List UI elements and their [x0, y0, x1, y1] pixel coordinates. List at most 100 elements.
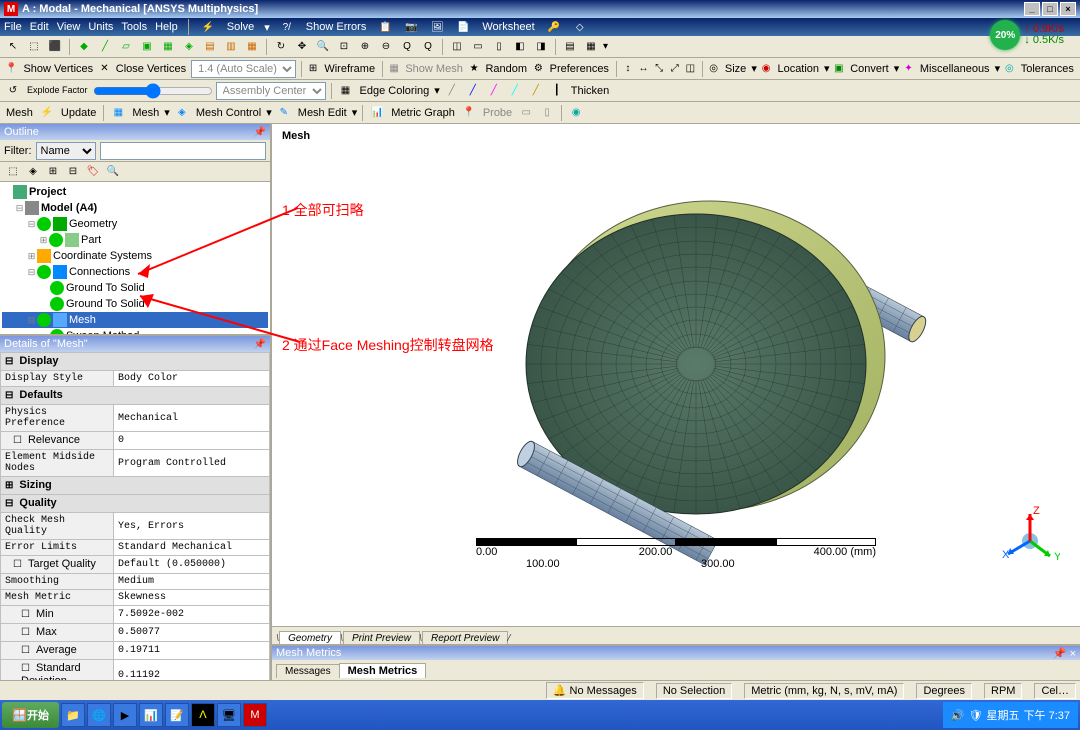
zoomfit-icon[interactable]: ⊡ — [335, 38, 353, 56]
solve-label[interactable]: Solve — [225, 21, 257, 33]
filter-dropdown[interactable]: Name — [36, 142, 96, 160]
edgecoloring-icon[interactable]: ▦ — [337, 82, 355, 100]
probe-label[interactable]: Probe — [481, 107, 514, 119]
menu-edit[interactable]: Edit — [30, 21, 49, 33]
meshbtn-label[interactable]: Mesh — [130, 107, 161, 119]
tool-icon[interactable]: ▤ — [201, 38, 219, 56]
details-smoothing[interactable]: Medium — [113, 574, 269, 590]
tool-icon-5[interactable]: ◇ — [571, 18, 589, 36]
details-pin-icon[interactable]: 📌 — [254, 339, 266, 350]
meshmetrics-close-icon[interactable]: 📌 × — [1053, 647, 1076, 660]
tool-icon-4[interactable]: 🔑 — [545, 18, 563, 36]
details-midside[interactable]: Program Controlled — [113, 450, 269, 477]
menu-file[interactable]: File — [4, 21, 22, 33]
iso-icon[interactable]: ◫ — [448, 38, 466, 56]
worksheet-label[interactable]: Worksheet — [480, 21, 536, 33]
details-physicspref[interactable]: Mechanical — [113, 405, 269, 432]
taskbar-app[interactable]: 📁 — [61, 703, 85, 727]
tool-icon[interactable]: ⬛ — [46, 38, 64, 56]
details-checkquality[interactable]: Yes, Errors — [113, 513, 269, 540]
thicken-label[interactable]: Thicken — [569, 85, 612, 97]
rotate-icon[interactable]: ↻ — [272, 38, 290, 56]
pan-icon[interactable]: ✥ — [293, 38, 311, 56]
tolerances-label[interactable]: Tolerances — [1019, 63, 1076, 75]
tree-icon[interactable]: 🔍 — [104, 163, 122, 181]
tool-icon[interactable]: ↕ — [622, 60, 635, 78]
system-tray[interactable]: 🔊🛡 星期五 下午 7:37 — [943, 702, 1078, 728]
edge-icon[interactable]: ╱ — [527, 82, 545, 100]
tree-connections[interactable]: Connections — [69, 266, 130, 278]
tool-icon[interactable]: ◈ — [180, 38, 198, 56]
menu-units[interactable]: Units — [88, 21, 113, 33]
layout-icon[interactable]: ▤ — [561, 38, 579, 56]
tab-meshmetrics[interactable]: Mesh Metrics — [339, 663, 427, 678]
taskbar-app[interactable]: M — [243, 703, 267, 727]
tool-icon-2[interactable]: 📷 — [402, 18, 420, 36]
edge-icon[interactable]: ╱ — [464, 82, 482, 100]
tool-icon[interactable]: Q — [398, 38, 416, 56]
tree-project[interactable]: Project — [29, 186, 66, 198]
tree-ground1[interactable]: Ground To Solid — [66, 282, 145, 294]
status-messages[interactable]: 🔔 No Messages — [546, 682, 644, 699]
preferences-label[interactable]: Preferences — [548, 63, 611, 75]
misc-icon[interactable]: ✦ — [902, 60, 915, 78]
showmesh-label[interactable]: Show Mesh — [403, 63, 464, 75]
tree-part[interactable]: Part — [81, 234, 101, 246]
zoom-icon[interactable]: 🔍 — [314, 38, 332, 56]
menu-help[interactable]: Help — [155, 21, 178, 33]
edge-icon[interactable]: ╱ — [485, 82, 503, 100]
tool-icon[interactable]: Q — [419, 38, 437, 56]
edgecoloring-label[interactable]: Edge Coloring — [358, 85, 432, 97]
orientation-triad[interactable]: Y X Z — [1000, 506, 1060, 566]
wireframe-icon[interactable]: ⊞ — [307, 60, 320, 78]
convert-label[interactable]: Convert — [848, 63, 891, 75]
size-label[interactable]: Size — [723, 63, 748, 75]
meshedit-icon[interactable]: ✎ — [275, 104, 293, 122]
tree-geometry[interactable]: Geometry — [69, 218, 117, 230]
outline-pin-icon[interactable]: 📌 — [254, 127, 266, 138]
edge-icon[interactable]: ╱ — [96, 38, 114, 56]
taskbar-app[interactable]: 📝 — [165, 703, 189, 727]
misc-label[interactable]: Miscellaneous — [918, 63, 992, 75]
taskbar-app[interactable]: 📊 — [139, 703, 163, 727]
tab-printpreview[interactable]: Print Preview — [343, 631, 420, 645]
menu-view[interactable]: View — [57, 21, 81, 33]
menu-tools[interactable]: Tools — [121, 21, 147, 33]
tool-icon[interactable]: ▦ — [159, 38, 177, 56]
tool-icon[interactable]: ▦ — [243, 38, 261, 56]
tree-model[interactable]: Model (A4) — [41, 202, 97, 214]
taskbar-app[interactable]: ▶ — [113, 703, 137, 727]
thicken-icon[interactable]: ┃ — [548, 82, 566, 100]
details-targetquality[interactable]: Default (0.050000) — [113, 556, 269, 574]
tool-icon[interactable]: ⤡ — [653, 60, 666, 78]
wireframe-label[interactable]: Wireframe — [322, 63, 377, 75]
random-icon[interactable]: ★ — [468, 60, 481, 78]
taskbar-app[interactable]: 🌐 — [87, 703, 111, 727]
preferences-icon[interactable]: ⚙ — [532, 60, 545, 78]
details-grid[interactable]: ⊟ Display Display StyleBody Color ⊟ Defa… — [0, 352, 270, 680]
tab-geometry[interactable]: Geometry — [279, 631, 341, 645]
worksheet-icon[interactable]: 📄 — [454, 18, 472, 36]
update-label[interactable]: Update — [59, 107, 98, 119]
tool-icon[interactable]: ⤢ — [668, 60, 681, 78]
solve-icon[interactable]: ⚡ — [199, 18, 217, 36]
close-button[interactable]: × — [1060, 2, 1076, 16]
tree-icon[interactable]: ⬚ — [4, 163, 22, 181]
showerrors-icon[interactable]: ?/ — [278, 18, 296, 36]
tolerances-icon[interactable]: ◎ — [1003, 60, 1016, 78]
tool-icon[interactable]: ▯ — [538, 104, 556, 122]
view-icon[interactable]: ▯ — [490, 38, 508, 56]
random-label[interactable]: Random — [483, 63, 529, 75]
view-icon[interactable]: ◨ — [532, 38, 550, 56]
viewport-3d[interactable]: Mesh — [272, 124, 1080, 626]
layout-icon[interactable]: ▦ — [582, 38, 600, 56]
closevertices-icon[interactable]: ✕ — [98, 60, 111, 78]
start-button[interactable]: 🪟 开始 — [2, 702, 59, 728]
tree-coord[interactable]: Coordinate Systems — [53, 250, 152, 262]
tree-icon[interactable]: ◈ — [24, 163, 42, 181]
taskbar-app[interactable]: Λ — [191, 703, 215, 727]
outline-tree[interactable]: Project ⊟Model (A4) ⊟Geometry ⊞Part ⊞Coo… — [0, 182, 270, 336]
size-icon[interactable]: ◎ — [707, 60, 720, 78]
convert-icon[interactable]: ▣ — [833, 60, 846, 78]
vertex-icon[interactable]: ◆ — [75, 38, 93, 56]
